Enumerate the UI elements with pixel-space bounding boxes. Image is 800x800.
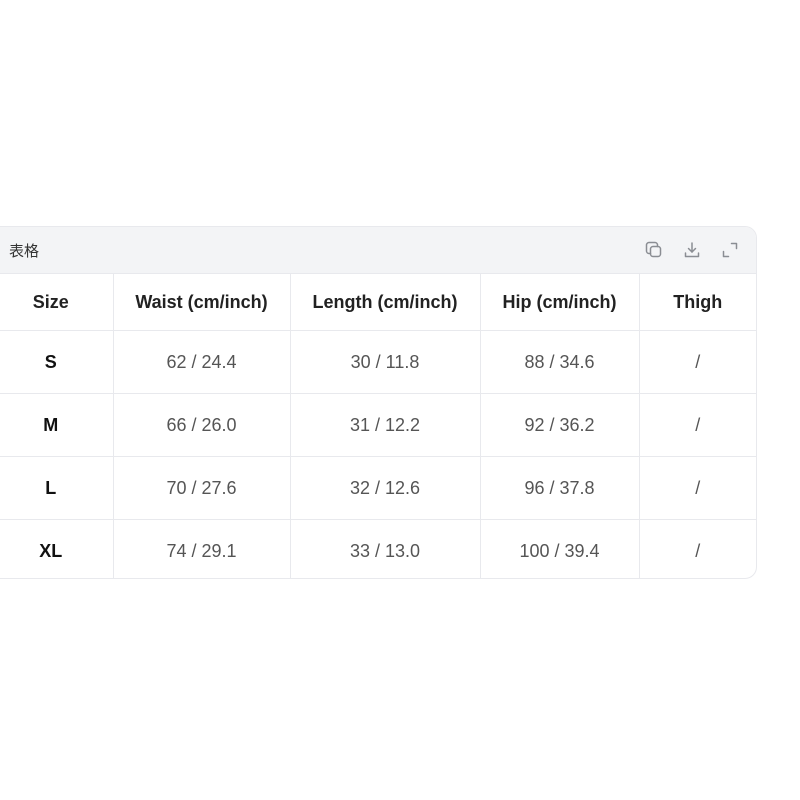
thigh-cell: /: [639, 330, 756, 394]
size-cell: S: [0, 330, 114, 394]
table-header-row: Size Waist (cm/inch) Length (cm/inch) Hi…: [0, 274, 756, 331]
size-cell: M: [0, 393, 114, 457]
column-header-length: Length (cm/inch): [290, 274, 481, 331]
waist-cell: 62 / 24.4: [113, 330, 291, 394]
length-cell: 32 / 12.6: [290, 456, 481, 520]
length-cell: 31 / 12.2: [290, 393, 481, 457]
column-header-hip: Hip (cm/inch): [480, 274, 640, 331]
size-cell: XL: [0, 519, 114, 578]
hip-cell: 96 / 37.8: [480, 456, 640, 520]
table-card: 表格 Size Waist (cm/inch) Length (cm/inch)…: [0, 226, 757, 579]
length-cell: 33 / 13.0: [290, 519, 481, 578]
copy-icon: [645, 241, 662, 258]
download-icon: [684, 242, 700, 258]
hip-cell: 92 / 36.2: [480, 393, 640, 457]
table-card-title: 表格: [9, 241, 40, 260]
expand-button[interactable]: [718, 238, 742, 262]
size-table: Size Waist (cm/inch) Length (cm/inch) Hi…: [0, 274, 756, 578]
copy-button[interactable]: [642, 238, 666, 262]
thigh-cell: /: [639, 393, 756, 457]
download-button[interactable]: [680, 238, 704, 262]
table-row: S 62 / 24.4 30 / 11.8 88 / 34.6 /: [0, 330, 756, 394]
table-card-header: 表格: [0, 227, 756, 274]
waist-cell: 66 / 26.0: [113, 393, 291, 457]
waist-cell: 70 / 27.6: [113, 456, 291, 520]
column-header-thigh: Thigh: [639, 274, 756, 331]
table-row: XL 74 / 29.1 33 / 13.0 100 / 39.4 /: [0, 519, 756, 578]
table-toolbar: [642, 238, 742, 262]
waist-cell: 74 / 29.1: [113, 519, 291, 578]
column-header-size: Size: [0, 274, 114, 331]
length-cell: 30 / 11.8: [290, 330, 481, 394]
hip-cell: 100 / 39.4: [480, 519, 640, 578]
table-row: L 70 / 27.6 32 / 12.6 96 / 37.8 /: [0, 456, 756, 520]
size-cell: L: [0, 456, 114, 520]
hip-cell: 88 / 34.6: [480, 330, 640, 394]
table-row: M 66 / 26.0 31 / 12.2 92 / 36.2 /: [0, 393, 756, 457]
thigh-cell: /: [639, 456, 756, 520]
column-header-waist: Waist (cm/inch): [113, 274, 291, 331]
thigh-cell: /: [695, 540, 701, 561]
expand-icon: [722, 242, 738, 258]
